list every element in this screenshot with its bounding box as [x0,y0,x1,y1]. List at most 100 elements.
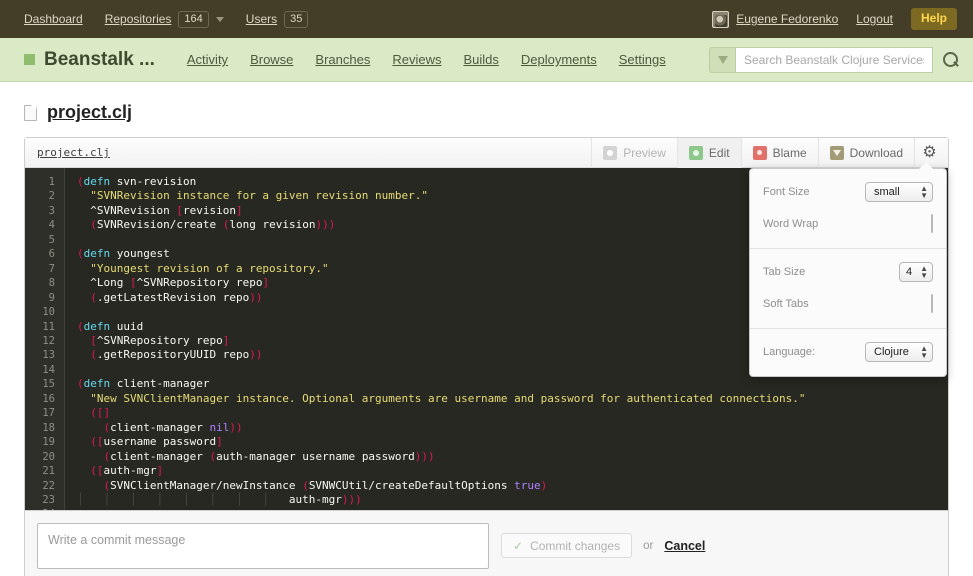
line-number: 11 [25,320,64,334]
top-bar-left-links: Dashboard Repositories 164 Users 35 [24,11,308,28]
line-number: 21 [25,464,64,478]
line-number-gutter: 1 2 3 4 5 6 7 8 9 10 11 12 13 14 15 16 1… [25,168,65,510]
soft-tabs-label: Soft Tabs [763,298,809,310]
language-label: Language: [763,346,815,358]
line-number: 22 [25,479,64,493]
global-top-bar: Dashboard Repositories 164 Users 35 Euge… [0,0,973,38]
code-line: (client-manager nil)) [77,421,948,435]
code-line: ([] [77,406,948,420]
help-button[interactable]: Help [911,8,957,30]
users-count-badge: 35 [284,11,308,28]
code-line [77,507,948,510]
filter-button[interactable] [709,47,735,73]
tab-size-row: Tab Size 4 ▲▼ [763,260,933,284]
tab-settings[interactable]: Settings [619,52,666,67]
tab-browse[interactable]: Browse [250,52,293,67]
logout-link[interactable]: Logout [856,12,893,26]
project-title: Beanstalk ... [44,49,155,71]
download-button[interactable]: Download [818,138,914,168]
tab-size-value: 4 [906,266,914,278]
nav-users-group: Users 35 [246,11,309,28]
download-button-label: Download [850,146,903,160]
line-number: 23 [25,493,64,507]
font-size-select[interactable]: small ▲▼ [865,182,933,202]
line-number: 6 [25,247,64,261]
page-title[interactable]: project.clj [47,102,132,123]
line-number: 24 [25,507,64,510]
line-number: 18 [25,421,64,435]
preview-button[interactable]: Preview [591,138,677,168]
blame-button-label: Blame [773,146,807,160]
project-nav-bar: Beanstalk ... Activity Browse Branches R… [0,38,973,82]
word-wrap-checkbox[interactable] [931,214,933,233]
tab-activity[interactable]: Activity [187,52,228,67]
code-line: "New SVNClientManager instance. Optional… [77,392,948,406]
search-input[interactable] [735,47,933,73]
download-icon [830,146,844,160]
line-number: 2 [25,189,64,203]
nav-users[interactable]: Users [246,12,277,26]
file-icon [24,105,37,121]
language-select[interactable]: Clojure ▲▼ [865,342,933,362]
cancel-link[interactable]: Cancel [664,539,705,553]
font-size-value: small [874,186,914,198]
line-number: 14 [25,363,64,377]
language-row: Language: Clojure ▲▼ [763,340,933,364]
nav-repositories[interactable]: Repositories [105,12,172,26]
line-number: 13 [25,348,64,362]
commit-changes-button[interactable]: ✓ Commit changes [501,533,632,558]
blame-button[interactable]: Blame [741,138,818,168]
line-number: 1 [25,175,64,189]
user-name-link[interactable]: Eugene Fedorenko [736,12,838,26]
soft-tabs-checkbox[interactable] [931,294,933,313]
font-size-label: Font Size [763,186,809,198]
code-line: ([username password] [77,435,948,449]
line-number: 5 [25,233,64,247]
user-menu[interactable]: Eugene Fedorenko [712,11,838,28]
soft-tabs-row: Soft Tabs [763,292,933,316]
edit-button-label: Edit [709,146,730,160]
editor-settings-popover: Font Size small ▲▼ Word Wrap Tab Size [749,168,947,377]
line-number: 10 [25,305,64,319]
line-number: 15 [25,377,64,391]
chevron-down-icon[interactable] [216,17,224,22]
search-area [709,47,959,73]
code-line: (client-manager (auth-manager username p… [77,450,948,464]
edit-button[interactable]: Edit [677,138,741,168]
nav-dashboard[interactable]: Dashboard [24,12,83,26]
editor-action-buttons: Preview Edit Blame Download ⚙ [591,138,944,168]
project-title-group[interactable]: Beanstalk ... [24,49,155,71]
line-number: 9 [25,291,64,305]
blame-icon [753,146,767,160]
code-line: (SVNClientManager/newInstance (SVNWCUtil… [77,479,948,493]
line-number: 16 [25,392,64,406]
editor-toolbar: project.clj Preview Edit Blame Download … [25,138,948,168]
search-icon[interactable] [943,52,959,68]
word-wrap-row: Word Wrap [763,212,933,236]
breadcrumb[interactable]: project.clj [37,146,110,159]
stepper-icon: ▲▼ [920,185,928,199]
tab-builds[interactable]: Builds [463,52,498,67]
repositories-count-badge: 164 [178,11,208,28]
font-size-row: Font Size small ▲▼ [763,180,933,204]
tab-reviews[interactable]: Reviews [392,52,441,67]
top-bar-right-links: Eugene Fedorenko Logout Help [712,8,957,30]
file-editor-card: project.clj Preview Edit Blame Download … [24,137,949,511]
line-number: 3 [25,204,64,218]
popover-section-display: Font Size small ▲▼ Word Wrap [750,169,946,248]
line-number: 20 [25,450,64,464]
project-nav-links: Activity Browse Branches Reviews Builds … [187,52,666,67]
tab-size-select[interactable]: 4 ▲▼ [899,262,933,282]
line-number: 12 [25,334,64,348]
code-line: ([auth-mgr] [77,464,948,478]
tab-deployments[interactable]: Deployments [521,52,597,67]
line-number: 8 [25,276,64,290]
tab-branches[interactable]: Branches [315,52,370,67]
commit-message-input[interactable] [37,523,489,569]
commit-actions: ✓ Commit changes or Cancel [501,533,705,558]
stepper-icon: ▲▼ [920,345,928,359]
tab-size-label: Tab Size [763,266,805,278]
preview-icon [603,146,617,160]
or-separator: or [643,540,653,552]
page-header: project.clj [0,82,973,137]
